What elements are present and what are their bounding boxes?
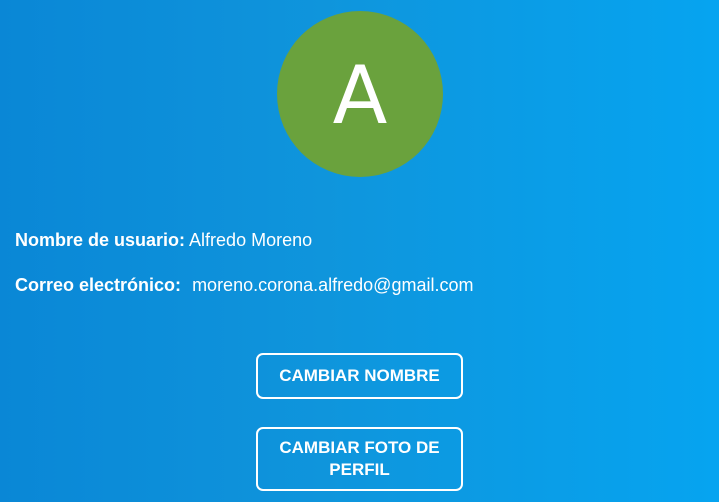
change-name-button[interactable]: CAMBIAR NOMBRE [256,353,463,399]
email-label: Correo electrónico: [15,275,182,295]
email-value: moreno.corona.alfredo@gmail.com [192,275,474,295]
avatar-initial: A [332,49,388,142]
username-value: Alfredo Moreno [189,230,313,250]
change-photo-button[interactable]: CAMBIAR FOTO DE PERFIL [256,427,463,491]
avatar: A [277,11,443,177]
email-row: Correo electrónico: moreno.corona.alfred… [15,274,473,296]
username-label: Nombre de usuario: [15,230,186,250]
username-row: Nombre de usuario: Alfredo Moreno [15,229,312,251]
